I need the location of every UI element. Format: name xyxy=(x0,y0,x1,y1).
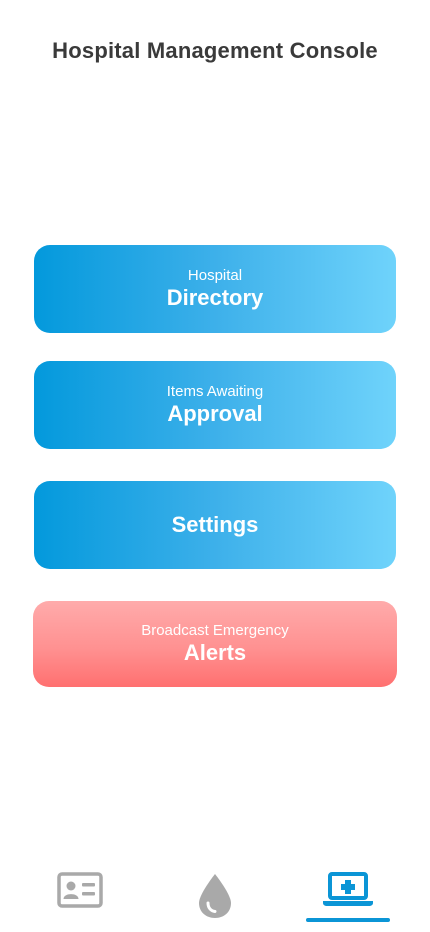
hospital-directory-button[interactable]: Hospital Directory xyxy=(34,245,396,333)
page-title: Hospital Management Console xyxy=(52,38,378,63)
alerts-button-subtitle: Broadcast Emergency xyxy=(141,622,289,639)
directory-button-title: Directory xyxy=(166,285,264,310)
tab-blood-bank[interactable] xyxy=(170,860,260,932)
tab-contacts[interactable] xyxy=(35,860,125,932)
approval-button-subtitle: Items Awaiting xyxy=(166,383,264,400)
laptop-medical-icon xyxy=(323,872,373,906)
alerts-button-title: Alerts xyxy=(183,640,247,665)
settings-button[interactable]: Settings xyxy=(34,481,396,569)
blood-drop-icon xyxy=(199,874,231,918)
broadcast-emergency-alerts-button[interactable]: Broadcast Emergency Alerts xyxy=(33,601,397,687)
directory-button-subtitle: Hospital xyxy=(187,267,243,284)
id-card-icon xyxy=(57,872,103,908)
active-tab-indicator xyxy=(306,918,390,922)
items-awaiting-approval-button[interactable]: Items Awaiting Approval xyxy=(34,361,396,449)
settings-button-title: Settings xyxy=(171,512,259,537)
approval-button-title: Approval xyxy=(167,401,263,426)
